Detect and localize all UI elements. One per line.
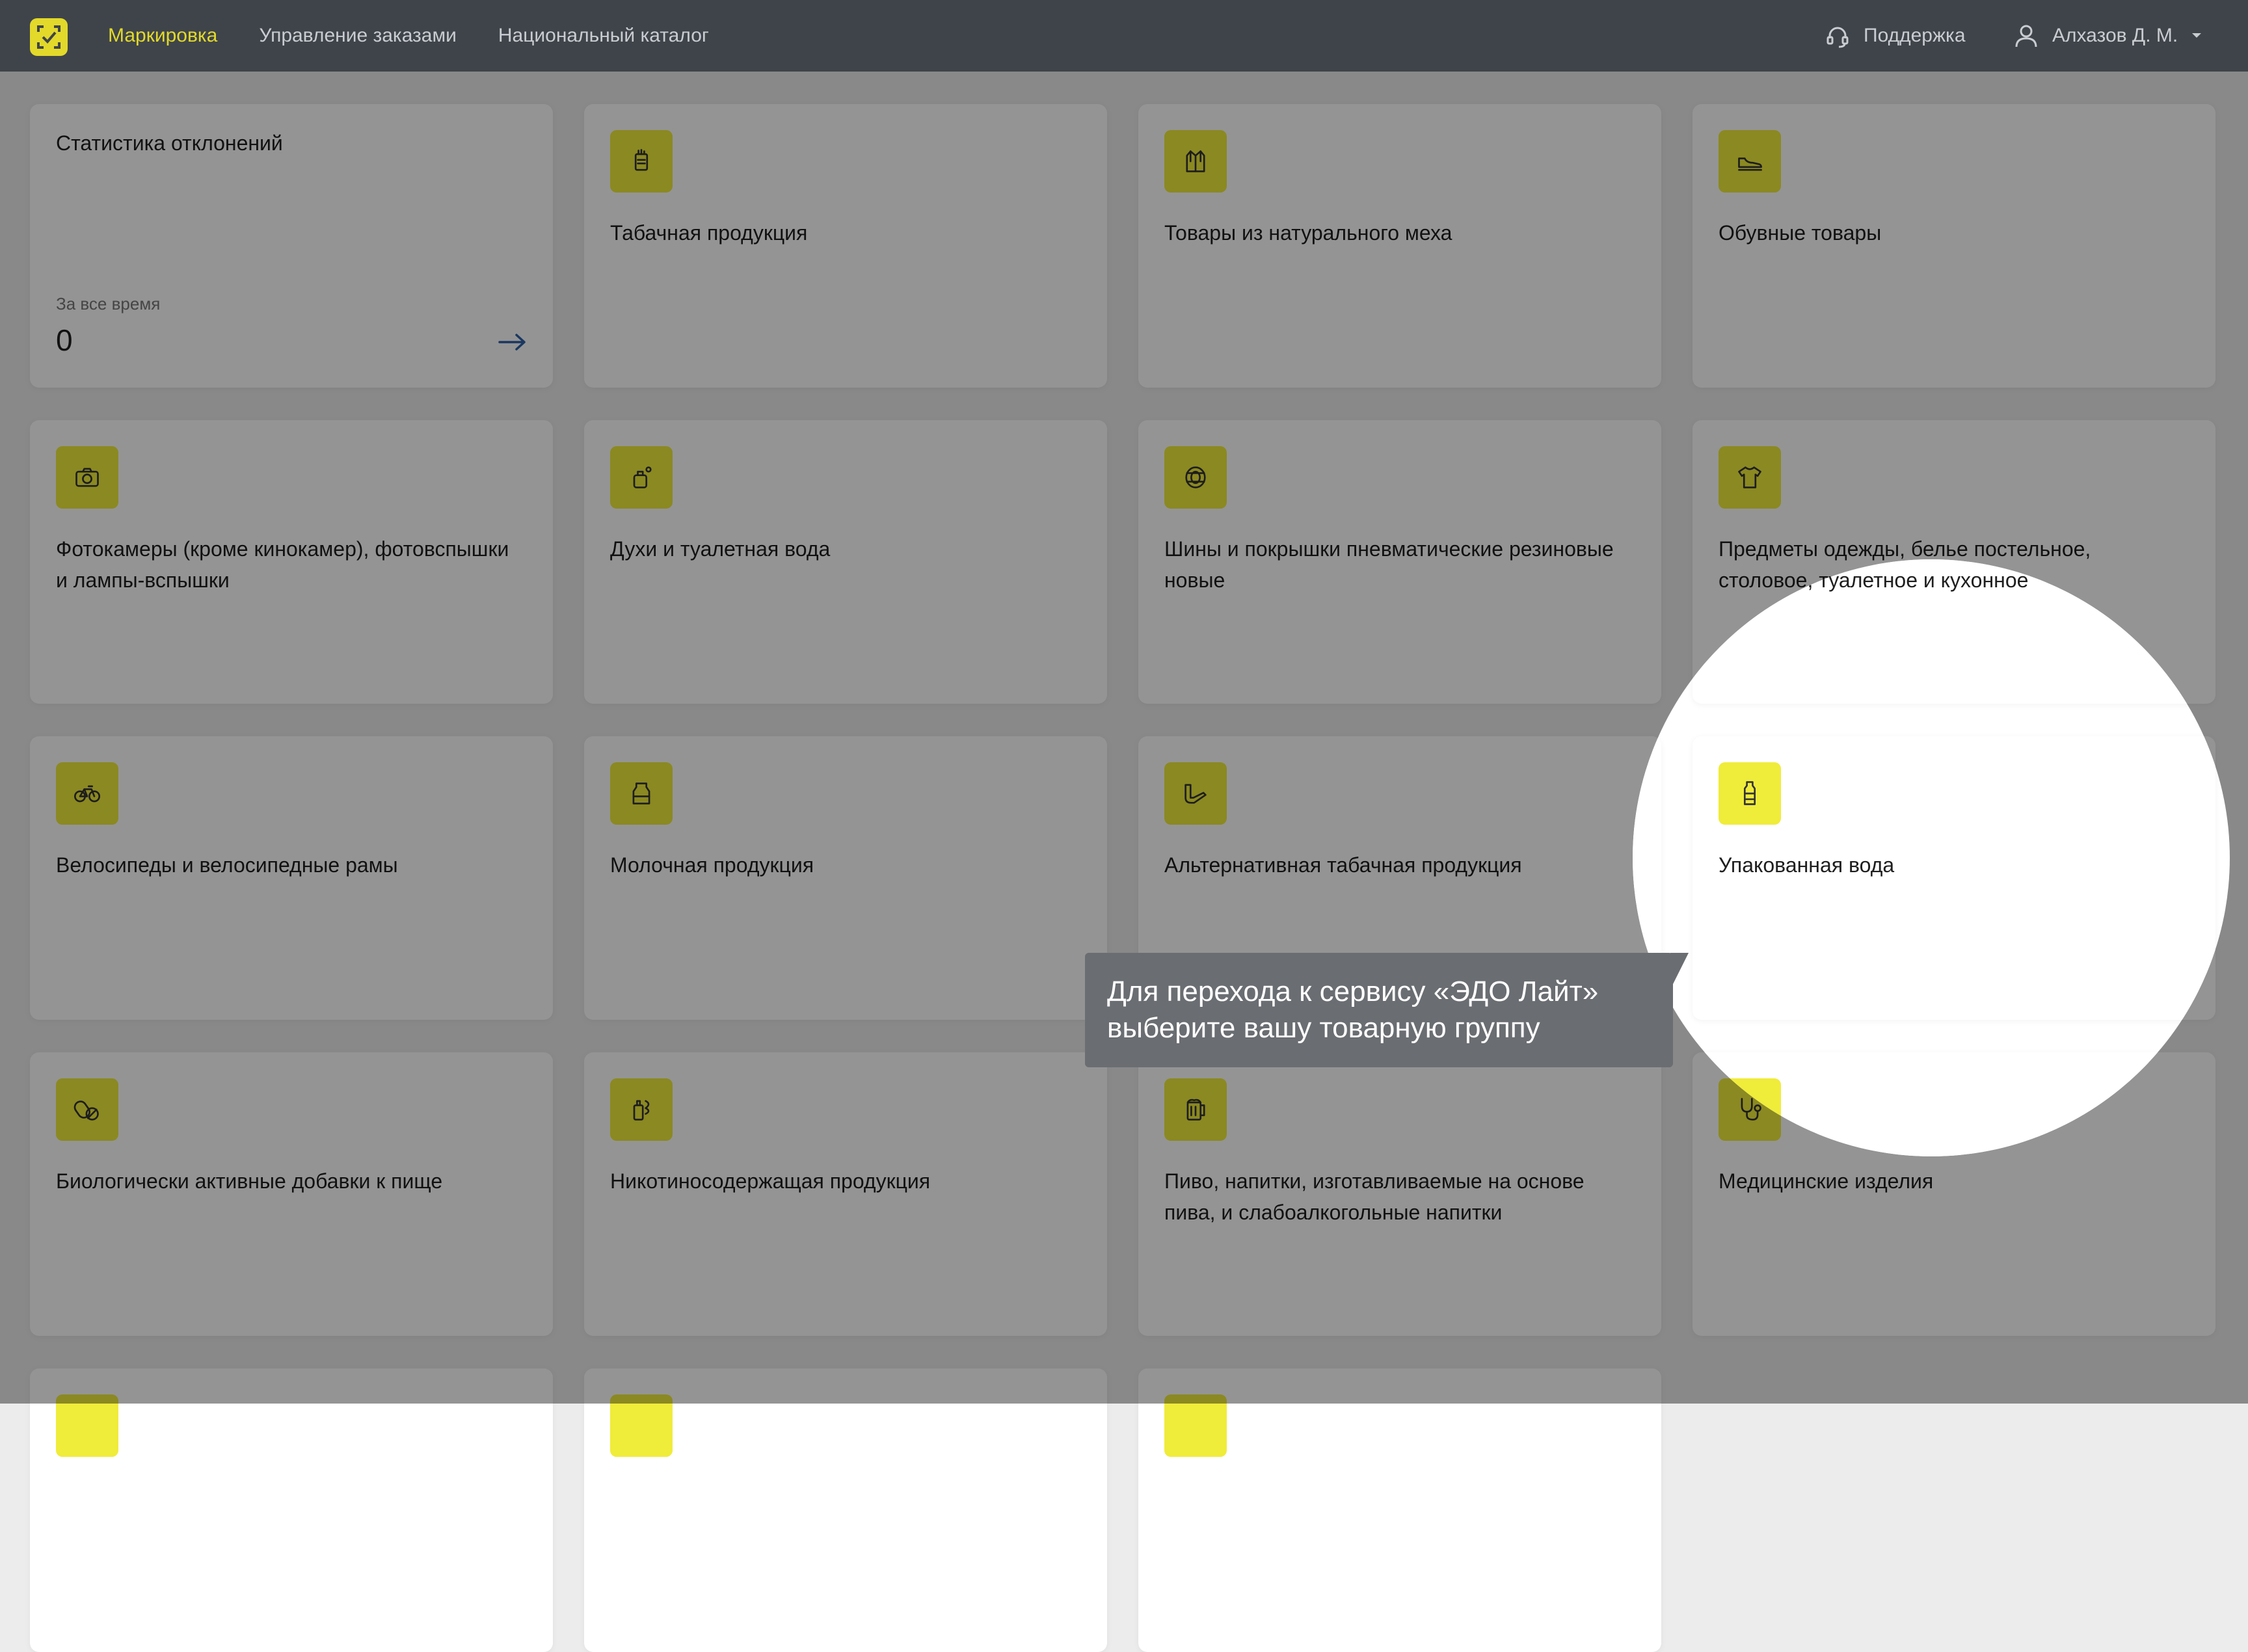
category-label: Фотокамеры (кроме кинокамер), фотовспышк… xyxy=(56,537,509,592)
category-card[interactable] xyxy=(30,1368,553,1652)
category-icon xyxy=(610,1394,673,1457)
tshirt-icon xyxy=(1719,446,1781,509)
arrow-right-icon[interactable] xyxy=(498,333,527,351)
beer-mug-icon xyxy=(1164,1078,1227,1141)
category-label: Товары из натурального меха xyxy=(1164,221,1452,245)
category-label: Биологически активные добавки к пище xyxy=(56,1169,443,1193)
tooltip-line-2: выберите вашу товарную группу xyxy=(1107,1012,1540,1044)
spotlight-highlight: Статистика отклоненийЗа все время0Табачн… xyxy=(1633,559,2230,1156)
category-card[interactable]: Табачная продукция xyxy=(584,104,1107,388)
shoe-icon xyxy=(1719,130,1781,193)
tire-icon xyxy=(1164,446,1227,509)
category-label: Пиво, напитки, изготавливаемые на основе… xyxy=(1164,1169,1585,1224)
category-label: Предметы одежды, белье постельное, столо… xyxy=(1719,559,2091,592)
stethoscope-icon xyxy=(1719,1078,1781,1141)
category-card[interactable]: Упакованная вода xyxy=(1693,736,2215,1020)
category-card[interactable]: Товары из натурального меха xyxy=(1138,104,1661,388)
category-card[interactable] xyxy=(584,1368,1107,1652)
stats-value: 0 xyxy=(56,323,73,357)
category-label: Альтернативная табачная продукция xyxy=(1164,853,1522,877)
category-card[interactable]: Велосипеды и велосипедные рамы xyxy=(30,736,553,1020)
category-label: Табачная продукция xyxy=(610,221,808,245)
category-icon xyxy=(1164,1394,1227,1457)
category-label: Обувные товары xyxy=(1719,221,1882,245)
category-label: Никотиносодержащая продукция xyxy=(610,1169,931,1193)
bicycle-icon xyxy=(56,762,118,825)
category-card[interactable]: Пиво, напитки, изготавливаемые на основе… xyxy=(1138,1052,1661,1336)
fur-coat-icon xyxy=(1164,130,1227,193)
onboarding-tooltip: Для перехода к сервису «ЭДО Лайт» выбери… xyxy=(1085,953,1673,1067)
pills-icon xyxy=(56,1078,118,1141)
milk-icon xyxy=(610,762,673,825)
category-label: Медицинские изделия xyxy=(1719,1169,1934,1193)
water-bottle-icon xyxy=(1719,762,1781,825)
category-label: Духи и туалетная вода xyxy=(610,537,831,561)
cigarette-pack-icon xyxy=(610,130,673,193)
category-card[interactable]: Духи и туалетная вода xyxy=(584,420,1107,704)
category-card[interactable] xyxy=(1138,1368,1661,1652)
category-label: Молочная продукция xyxy=(610,853,814,877)
stats-period-label: За все время xyxy=(56,294,161,313)
category-card[interactable]: Медицинские изделия xyxy=(1693,1052,2215,1156)
category-card[interactable]: Предметы одежды, белье постельное, столо… xyxy=(1693,559,2215,704)
stats-card[interactable]: Статистика отклонений За все время 0 xyxy=(30,104,553,388)
pipe-icon xyxy=(1164,762,1227,825)
tooltip-line-1: Для перехода к сервису «ЭДО Лайт» xyxy=(1107,976,1599,1007)
stats-title: Статистика отклонений xyxy=(56,131,283,155)
category-icon xyxy=(56,1394,118,1457)
category-card[interactable]: Никотиносодержащая продукция xyxy=(584,1052,1107,1336)
category-label: Упакованная вода xyxy=(1719,853,1895,877)
category-card[interactable]: Пиво, напитки, изготавливаемые на основе… xyxy=(1633,1052,1661,1156)
category-card[interactable]: Шины и покрышки пневматические резиновые… xyxy=(1633,559,1661,704)
vape-icon xyxy=(610,1078,673,1141)
category-card[interactable]: Шины и покрышки пневматические резиновые… xyxy=(1138,420,1661,704)
category-label: Велосипеды и велосипедные рамы xyxy=(56,853,398,877)
category-card[interactable]: Фотокамеры (кроме кинокамер), фотовспышк… xyxy=(30,420,553,704)
category-card[interactable]: Обувные товары xyxy=(1693,104,2215,388)
category-label: Шины и покрышки пневматические резиновые… xyxy=(1164,537,1614,592)
category-card[interactable]: Биологически активные добавки к пище xyxy=(30,1052,553,1336)
camera-icon xyxy=(56,446,118,509)
perfume-icon xyxy=(610,446,673,509)
tooltip-pointer xyxy=(1670,953,1689,989)
category-card[interactable]: Молочная продукция xyxy=(584,736,1107,1020)
